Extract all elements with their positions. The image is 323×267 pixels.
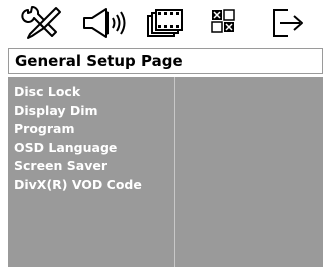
film-icon bbox=[147, 9, 183, 37]
tab-video-setup[interactable] bbox=[138, 0, 194, 46]
page-title: General Setup Page bbox=[15, 52, 183, 70]
speaker-icon bbox=[83, 8, 126, 38]
menu-item-divx-vod-code[interactable]: DivX(R) VOD Code bbox=[14, 176, 142, 195]
tab-audio-setup[interactable] bbox=[76, 0, 132, 46]
tab-preference-setup[interactable] bbox=[200, 0, 256, 46]
menu-item-disc-lock[interactable]: Disc Lock bbox=[14, 83, 142, 102]
setup-screen: General Setup Page Disc Lock Display Dim… bbox=[0, 0, 323, 267]
menu-item-display-dim[interactable]: Display Dim bbox=[14, 102, 142, 121]
tab-exit-setup[interactable] bbox=[262, 0, 318, 46]
menu-item-osd-language[interactable]: OSD Language bbox=[14, 139, 142, 158]
setup-tab-bar bbox=[0, 0, 323, 46]
menu-item-screen-saver[interactable]: Screen Saver bbox=[14, 157, 142, 176]
panel-divider bbox=[174, 77, 175, 267]
tab-general-setup[interactable] bbox=[16, 0, 72, 46]
exit-icon bbox=[273, 9, 303, 37]
menu-list: Disc Lock Display Dim Program OSD Langua… bbox=[14, 83, 142, 194]
tools-icon bbox=[21, 5, 61, 39]
menu-item-program[interactable]: Program bbox=[14, 120, 142, 139]
preferences-icon bbox=[211, 9, 235, 33]
